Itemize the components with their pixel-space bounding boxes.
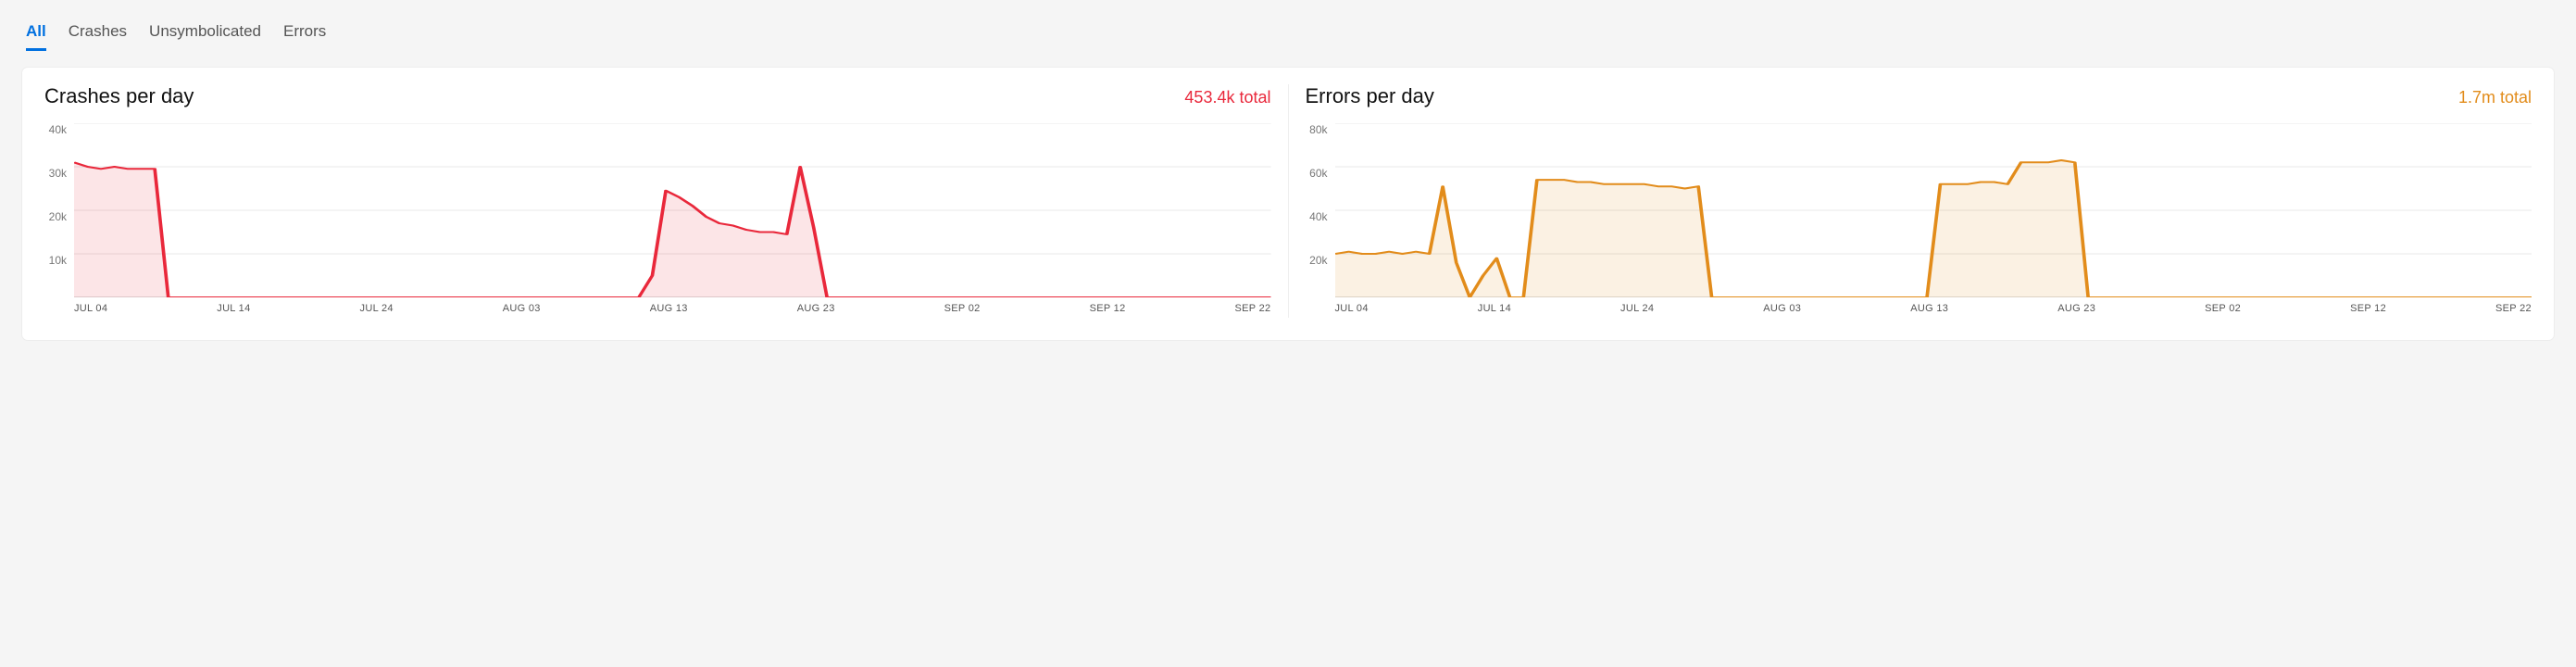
chart-total: 453.4k total	[1184, 88, 1270, 107]
x-axis: JUL 04 JUL 14 JUL 24 AUG 03 AUG 13 AUG 2…	[74, 303, 1271, 318]
series-area	[74, 162, 1271, 297]
chart-crashes: Crashes per day 453.4k total 40k 30k 20k…	[44, 84, 1289, 318]
chart-title: Crashes per day	[44, 84, 194, 108]
chart-body: 40k 30k 20k 10k	[44, 123, 1271, 318]
y-axis: 80k 60k 40k 20k	[1306, 123, 1335, 318]
tab-errors[interactable]: Errors	[283, 19, 326, 51]
chart-title: Errors per day	[1306, 84, 1434, 108]
plot-svg	[1335, 123, 2532, 297]
y-axis: 40k 30k 20k 10k	[44, 123, 74, 318]
charts-panel: Crashes per day 453.4k total 40k 30k 20k…	[22, 68, 2554, 340]
x-axis: JUL 04 JUL 14 JUL 24 AUG 03 AUG 13 AUG 2…	[1335, 303, 2532, 318]
tab-all[interactable]: All	[26, 19, 46, 51]
tabs-bar: All Crashes Unsymbolicated Errors	[22, 19, 2554, 51]
chart-body: 80k 60k 40k 20k	[1306, 123, 2532, 318]
chart-errors: Errors per day 1.7m total 80k 60k 40k 20…	[1289, 84, 2532, 318]
chart-total: 1.7m total	[2458, 88, 2532, 107]
tab-crashes[interactable]: Crashes	[69, 19, 127, 51]
tab-unsymbolicated[interactable]: Unsymbolicated	[149, 19, 261, 51]
plot-svg	[74, 123, 1271, 297]
